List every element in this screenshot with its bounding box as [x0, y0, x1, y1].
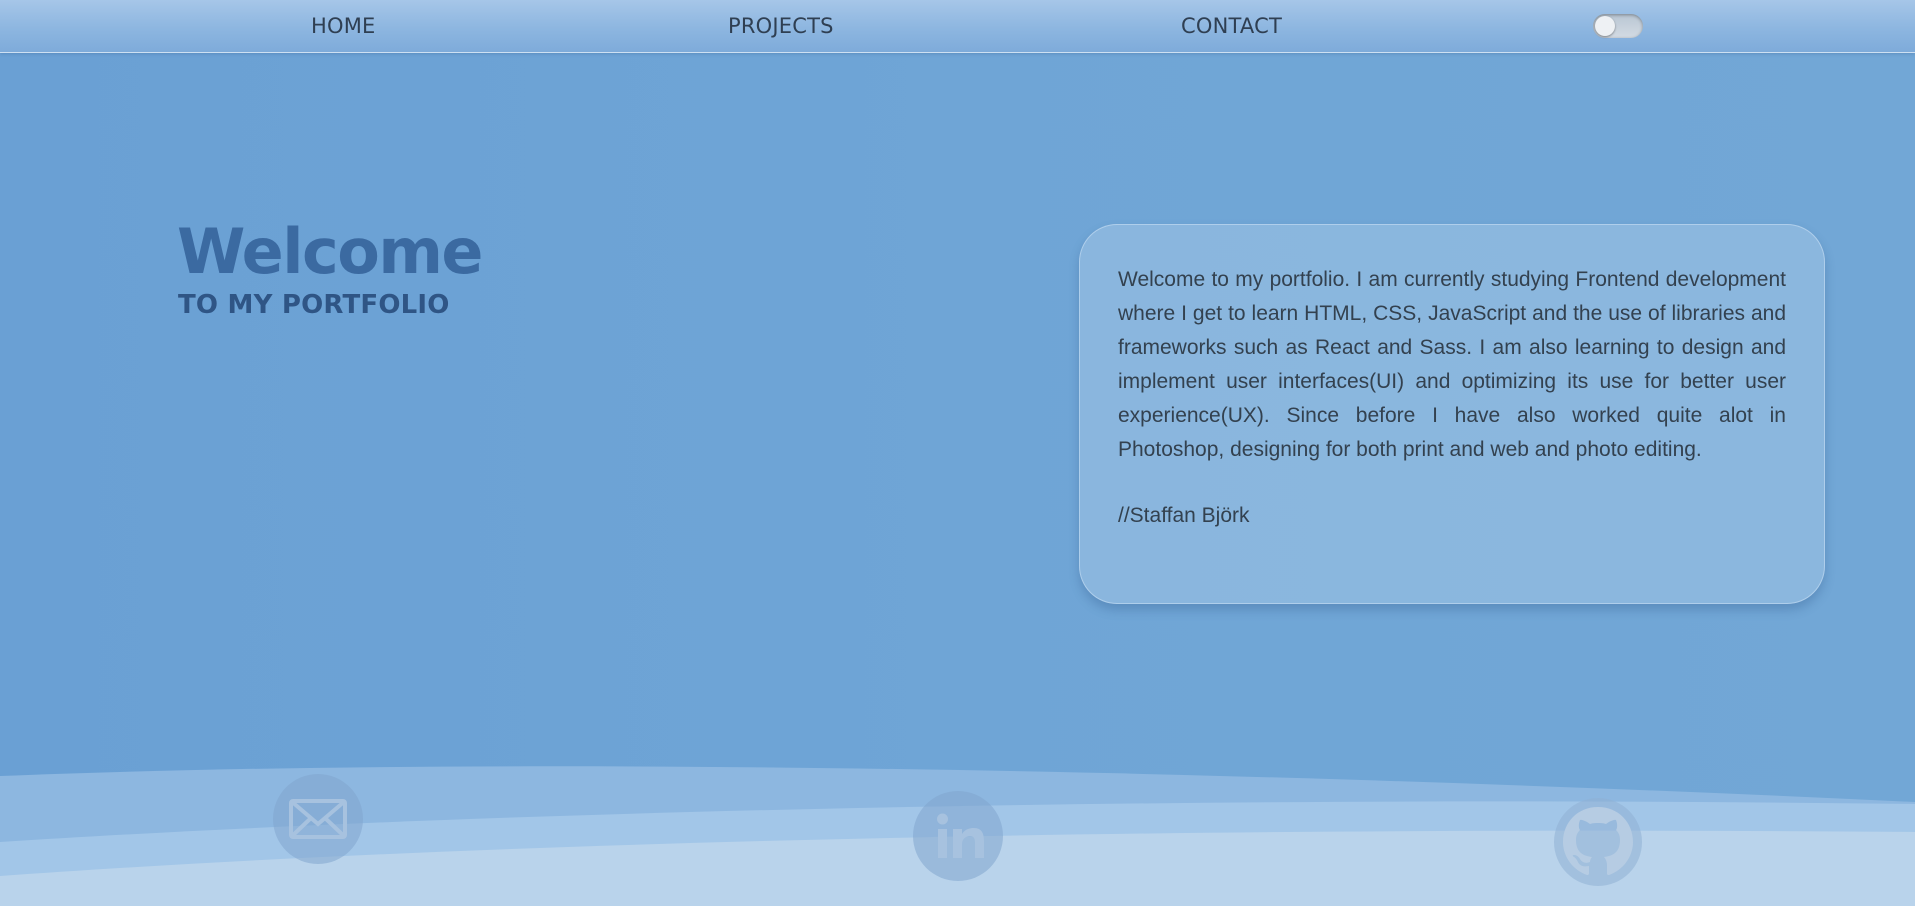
hero-title: Welcome	[177, 215, 483, 288]
hero-subtitle: TO MY PORTFOLIO	[178, 290, 450, 320]
theme-toggle-knob	[1595, 16, 1615, 36]
intro-card: Welcome to my portfolio. I am currently …	[1079, 224, 1825, 604]
mail-icon[interactable]	[273, 774, 363, 864]
signature: //Staffan Björk	[1118, 504, 1250, 527]
nav-home-link[interactable]: HOME	[311, 0, 376, 52]
linkedin-icon[interactable]	[913, 791, 1003, 881]
intro-text: Welcome to my portfolio. I am currently …	[1118, 268, 1786, 461]
nav-projects-link[interactable]: PROJECTS	[728, 0, 834, 52]
top-nav: HOME PROJECTS CONTACT	[0, 0, 1915, 53]
theme-toggle[interactable]	[1593, 14, 1643, 38]
nav-contact-link[interactable]: CONTACT	[1181, 0, 1282, 52]
github-icon[interactable]	[1553, 797, 1643, 887]
